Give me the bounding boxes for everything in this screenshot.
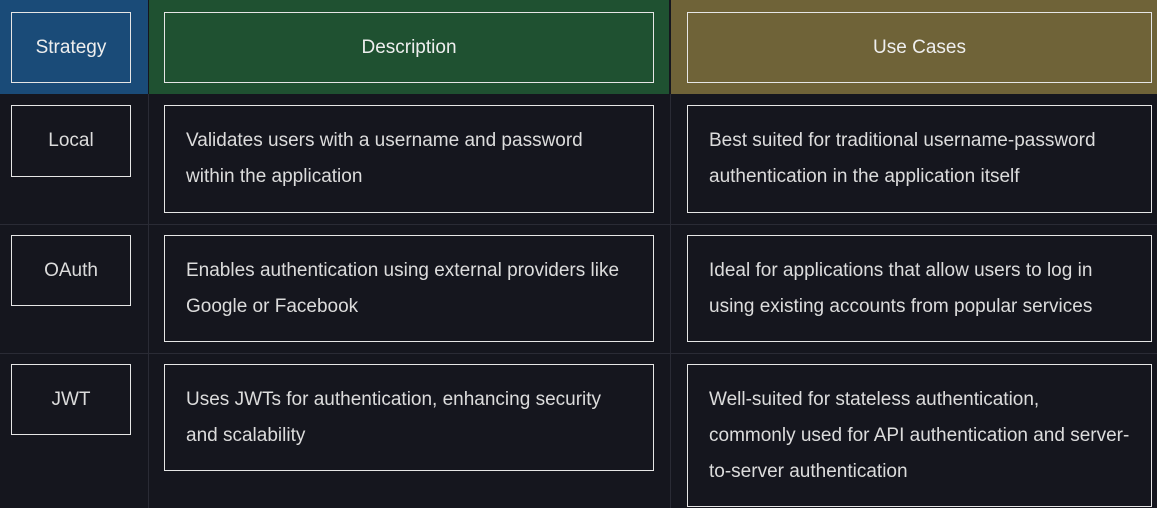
column-divider (670, 94, 671, 508)
column-divider (148, 94, 149, 508)
use-cases-oauth: Ideal for applications that allow users … (687, 235, 1152, 342)
strategy-table: Strategy Description Use Cases Local Val… (0, 0, 1157, 508)
strategy-jwt: JWT (11, 364, 131, 435)
header-description: Description (164, 12, 654, 83)
strategy-local: Local (11, 105, 131, 177)
header-use-cases: Use Cases (687, 12, 1152, 83)
row-divider (0, 353, 1157, 354)
strategy-oauth: OAuth (11, 235, 131, 306)
description-local: Validates users with a username and pass… (164, 105, 654, 213)
use-cases-jwt: Well-suited for stateless authentication… (687, 364, 1152, 507)
use-cases-local: Best suited for traditional username-pas… (687, 105, 1152, 213)
row-divider (0, 224, 1157, 225)
header-strategy: Strategy (11, 12, 131, 83)
description-oauth: Enables authentication using external pr… (164, 235, 654, 342)
description-jwt: Uses JWTs for authentication, enhancing … (164, 364, 654, 471)
